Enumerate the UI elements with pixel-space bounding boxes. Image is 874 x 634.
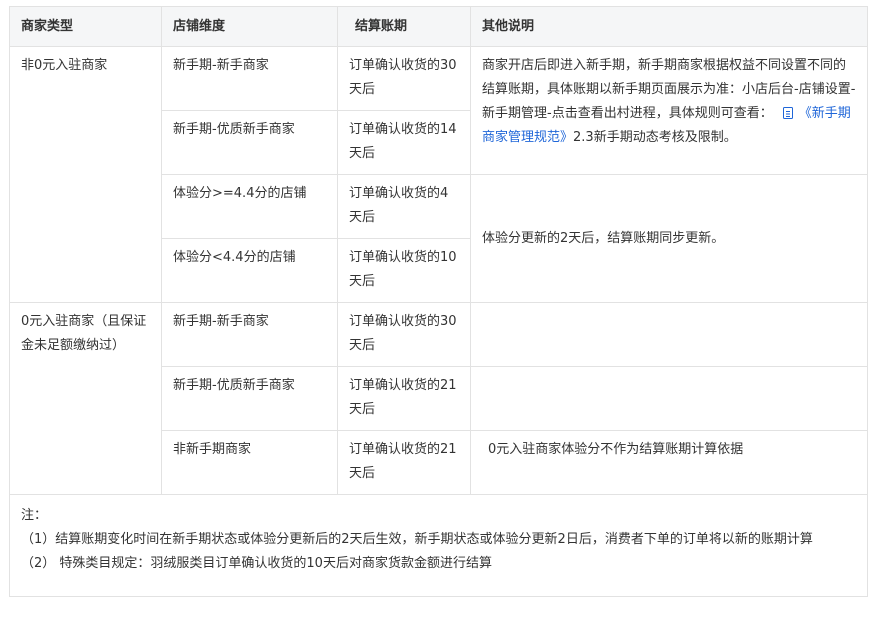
settlement-period-cell: 订单确认收货的21天后 (337, 366, 471, 431)
store-dimension-cell: 体验分>=4.4分的店铺 (161, 174, 338, 239)
settlement-period-cell: 订单确认收货的21天后 (337, 430, 471, 495)
header-other-remarks: 其他说明 (470, 6, 868, 47)
settlement-period-cell: 订单确认收货的30天后 (337, 46, 471, 111)
settlement-period-cell: 订单确认收货的30天后 (337, 302, 471, 367)
settlement-period-cell: 订单确认收货的10天后 (337, 238, 471, 303)
note-item: （1）结算账期变化时间在新手期状态或体验分更新后的2天后生效，新手期状态或体验分… (21, 532, 813, 547)
merchant-type-cell: 非0元入驻商家 (9, 46, 162, 303)
remark-cell: 体验分更新的2天后，结算账期同步更新。 (470, 174, 868, 303)
document-icon (782, 107, 793, 119)
store-dimension-cell: 新手期-优质新手商家 (161, 366, 338, 431)
remark-cell: 商家开店后即进入新手期，新手期商家根据权益不同设置不同的结算账期，具体账期以新手… (470, 46, 868, 175)
notes-title: 注： (21, 508, 48, 523)
notes-cell: 注： （1）结算账期变化时间在新手期状态或体验分更新后的2天后生效，新手期状态或… (9, 494, 868, 597)
header-settlement-period: 结算账期 (337, 6, 471, 47)
table-row: 非0元入驻商家 新手期-新手商家 订单确认收货的30天后 商家开店后即进入新手期… (9, 46, 868, 303)
settlement-period-table: 商家类型 店铺维度 结算账期 其他说明 非0元入驻商家 新手期-新手商家 订单确… (9, 6, 868, 597)
table-row: 0元入驻商家（且保证金未足额缴纳过） 新手期-新手商家 订单确认收货的30天后 (9, 302, 868, 495)
store-dimension-cell: 体验分<4.4分的店铺 (161, 238, 338, 303)
remark-cell (470, 302, 868, 367)
store-dimension-cell: 新手期-新手商家 (161, 302, 338, 367)
settlement-period-cell: 订单确认收货的4天后 (337, 174, 471, 239)
remark-text: 体验分更新的2天后，结算账期同步更新。 (482, 230, 725, 246)
store-dimension-cell: 新手期-优质新手商家 (161, 110, 338, 175)
header-row: 商家类型 店铺维度 结算账期 其他说明 (9, 6, 868, 47)
note-item: （2） 特殊类目规定：羽绒服类目订单确认收货的10天后对商家货款金额进行结算 (21, 556, 492, 571)
store-dimension-cell: 新手期-新手商家 (161, 46, 338, 111)
store-dimension-cell: 非新手期商家 (161, 430, 338, 495)
remark-cell (470, 366, 868, 431)
remark-cell: 0元入驻商家体验分不作为结算账期计算依据 (470, 430, 868, 495)
notes-row: 注： （1）结算账期变化时间在新手期状态或体验分更新后的2天后生效，新手期状态或… (9, 494, 868, 597)
settlement-period-cell: 订单确认收货的14天后 (337, 110, 471, 175)
header-store-dimension: 店铺维度 (161, 6, 338, 47)
remark-text: 2.3新手期动态考核及限制。 (573, 130, 737, 145)
remark-text: 0元入驻商家体验分不作为结算账期计算依据 (488, 442, 744, 457)
header-merchant-type: 商家类型 (9, 6, 162, 47)
merchant-type-cell: 0元入驻商家（且保证金未足额缴纳过） (9, 302, 162, 495)
